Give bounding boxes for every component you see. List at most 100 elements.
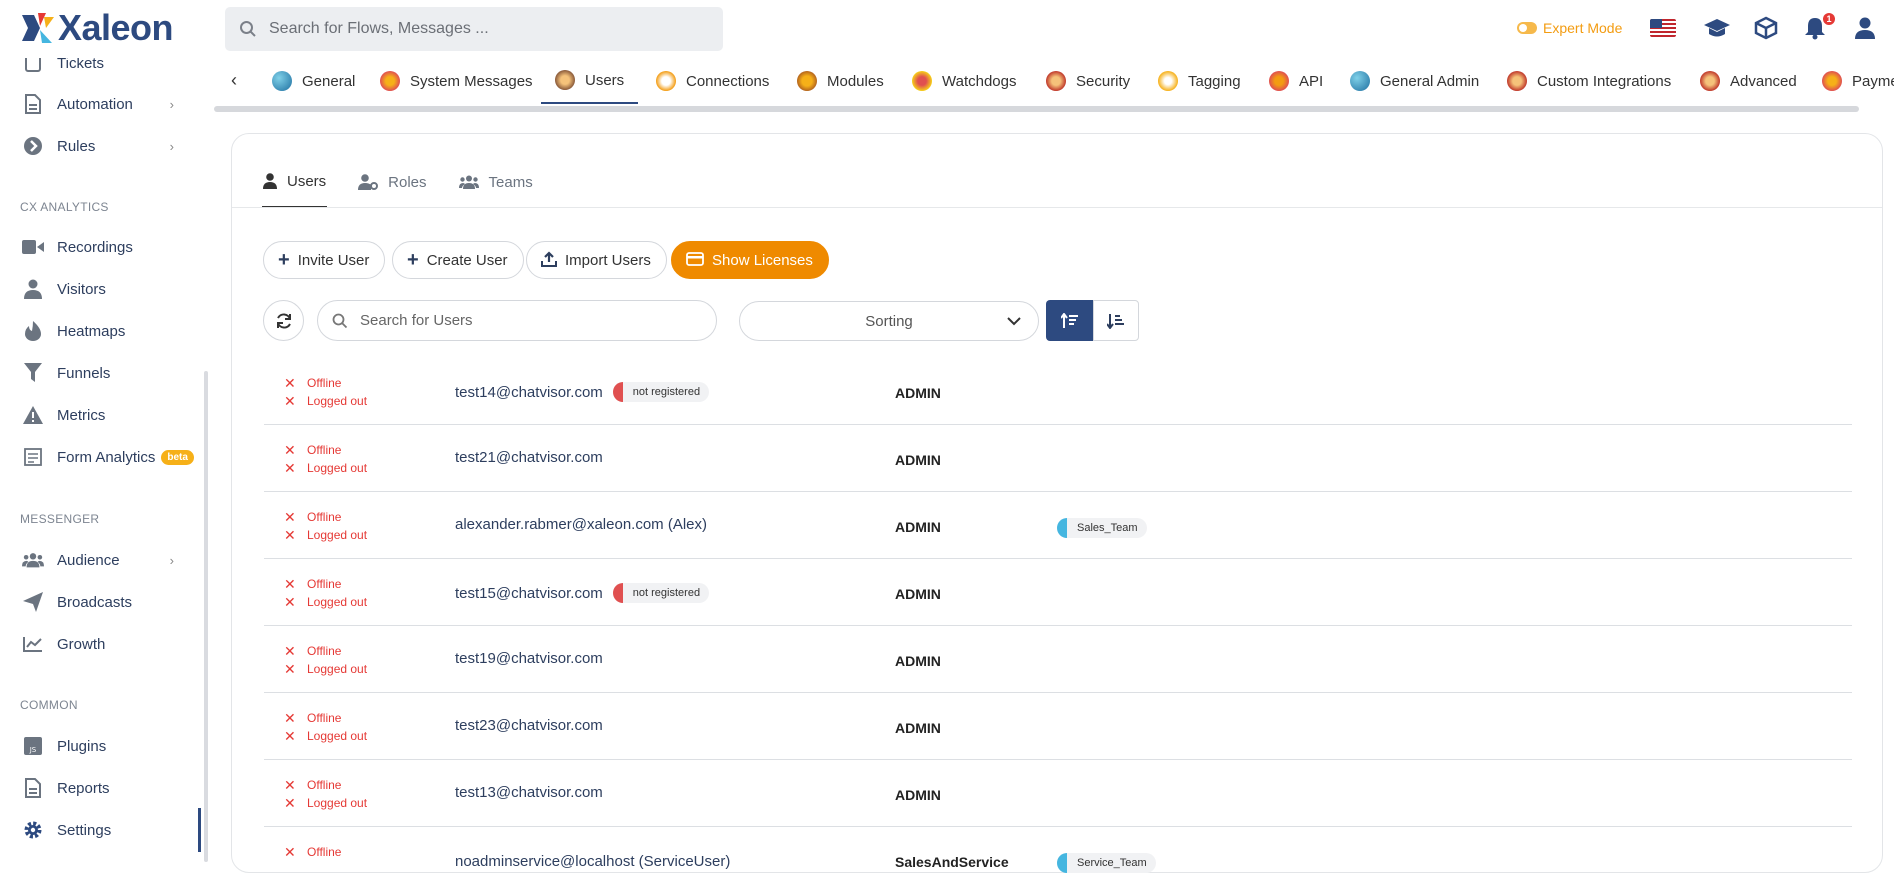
user-search[interactable] xyxy=(317,300,717,341)
tab-tagging[interactable]: Tagging xyxy=(1158,58,1241,104)
sidebar-item-recordings[interactable]: Recordings xyxy=(22,232,182,262)
user-role: ADMIN xyxy=(895,787,941,803)
import-users-button[interactable]: Import Users xyxy=(526,241,667,279)
sidebar-active-indicator xyxy=(198,808,201,852)
show-licenses-button[interactable]: Show Licenses xyxy=(671,241,829,279)
us-flag-icon[interactable] xyxy=(1650,19,1676,37)
users-icon xyxy=(555,70,575,90)
user-role: ADMIN xyxy=(895,452,941,468)
table-row[interactable]: ✕ Offline ✕ Logged out test14@chatvisor.co… xyxy=(264,358,1852,425)
tabs-scrollbar[interactable] xyxy=(214,106,1859,112)
tab-modules[interactable]: Modules xyxy=(797,58,884,104)
connections-icon xyxy=(656,71,676,91)
tab-api[interactable]: API xyxy=(1269,58,1323,104)
chevron-right-icon: › xyxy=(169,96,174,112)
user-email[interactable]: test15@chatvisor.com not registered xyxy=(455,583,710,603)
chevron-left-icon[interactable]: ‹ xyxy=(222,68,246,92)
sort-descending-button[interactable] xyxy=(1093,300,1139,341)
team-badge: Sales_Team xyxy=(1057,518,1147,538)
sidebar-item-visitors[interactable]: Visitors xyxy=(22,274,182,304)
tab-advanced[interactable]: Advanced xyxy=(1700,58,1797,104)
tab-label: General xyxy=(302,72,356,90)
user-email[interactable]: test14@chatvisor.com not registered xyxy=(455,382,710,402)
button-label: Create User xyxy=(426,251,508,269)
upload-icon xyxy=(541,251,557,269)
tab-system-messages[interactable]: System Messages xyxy=(380,58,533,104)
section-common: COMMON xyxy=(20,698,78,712)
subtab-users[interactable]: Users xyxy=(262,156,328,208)
user-email[interactable]: test21@chatvisor.com xyxy=(455,449,603,466)
email-text: test14@chatvisor.com xyxy=(455,383,603,401)
table-row[interactable]: ✕ Offline ✕ Logged out test15@chatvisor.co… xyxy=(264,559,1852,626)
sidebar-item-plugins[interactable]: JS Plugins xyxy=(22,731,182,761)
cube-icon[interactable] xyxy=(1752,14,1780,42)
sidebar-item-label: Automation xyxy=(57,95,133,113)
expert-mode-toggle[interactable]: Expert Mode xyxy=(1517,20,1622,36)
sidebar-scrollbar[interactable] xyxy=(204,371,208,862)
search-icon xyxy=(332,313,348,328)
team-dot xyxy=(1057,518,1067,538)
sidebar-item-growth[interactable]: Growth xyxy=(22,629,182,659)
sidebar-item-tickets[interactable]: Tickets xyxy=(22,58,182,78)
table-row[interactable]: ✕ Offline ✕ Logged out test21@chatvisor.co… xyxy=(264,425,1852,492)
table-row[interactable]: ✕ Offline noadminservice@localhost (Servi… xyxy=(264,827,1852,894)
table-row[interactable]: ✕ Offline ✕ Logged out alexander.rabmer@xa… xyxy=(264,492,1852,559)
user-role: ADMIN xyxy=(895,653,941,669)
user-email[interactable]: test23@chatvisor.com xyxy=(455,717,603,734)
tab-connections[interactable]: Connections xyxy=(656,58,769,104)
table-row[interactable]: ✕ Offline ✕ Logged out test19@chatvisor.co… xyxy=(264,626,1852,693)
logo[interactable]: Xaleon xyxy=(18,7,174,48)
status-offline: ✕ Offline xyxy=(284,778,341,792)
sidebar-item-broadcasts[interactable]: Broadcasts xyxy=(22,587,182,617)
user-email[interactable]: test19@chatvisor.com xyxy=(455,650,603,667)
tab-watchdogs[interactable]: Watchdogs xyxy=(912,58,1016,104)
sidebar-item-form-analytics[interactable]: Form Analytics beta xyxy=(22,442,202,472)
sorting-select[interactable]: Sorting xyxy=(739,301,1039,341)
tab-custom-integrations[interactable]: Custom Integrations xyxy=(1507,58,1671,104)
global-search[interactable] xyxy=(225,7,723,51)
graduation-cap-icon[interactable] xyxy=(1703,14,1731,42)
team-badge: Service_Team xyxy=(1057,853,1156,873)
ticket-icon xyxy=(22,58,44,74)
sidebar-item-audience[interactable]: Audience › xyxy=(22,545,182,575)
login-text: Logged out xyxy=(307,595,368,609)
sidebar-item-reports[interactable]: Reports xyxy=(22,773,182,803)
user-search-input[interactable] xyxy=(360,312,690,329)
refresh-button[interactable] xyxy=(263,300,304,341)
toggle-icon[interactable] xyxy=(1517,22,1537,34)
sidebar-item-heatmaps[interactable]: Heatmaps xyxy=(22,316,182,346)
create-user-button[interactable]: + Create User xyxy=(392,241,524,279)
tab-security[interactable]: Security xyxy=(1046,58,1130,104)
status-offline: ✕ Offline xyxy=(284,711,341,725)
x-icon: ✕ xyxy=(284,643,296,659)
status-text: Offline xyxy=(307,778,342,792)
sort-ascending-button[interactable] xyxy=(1046,300,1093,341)
tab-users[interactable]: Users xyxy=(541,58,639,104)
tab-label: Watchdogs xyxy=(942,72,1017,90)
user-email[interactable]: test13@chatvisor.com xyxy=(455,784,603,801)
chevron-down-icon xyxy=(1007,317,1021,326)
status-login: ✕ Logged out xyxy=(284,796,367,810)
global-search-input[interactable] xyxy=(269,20,689,38)
subtab-teams[interactable]: Teams xyxy=(458,156,534,208)
section-cx-analytics: CX ANALYTICS xyxy=(20,200,109,214)
sidebar-item-funnels[interactable]: Funnels xyxy=(22,358,182,388)
invite-user-button[interactable]: + Invite User xyxy=(263,241,386,279)
sidebar-item-label: Growth xyxy=(57,635,106,653)
login-text: Logged out xyxy=(307,796,368,810)
user-email[interactable]: alexander.rabmer@xaleon.com (Alex) xyxy=(455,516,707,533)
table-row[interactable]: ✕ Offline ✕ Logged out test13@chatvisor.co… xyxy=(264,760,1852,827)
sidebar-item-settings[interactable]: Settings xyxy=(22,815,182,845)
sidebar-item-automation[interactable]: Automation › xyxy=(22,89,182,119)
user-account-icon[interactable] xyxy=(1851,14,1879,42)
sidebar-item-rules[interactable]: Rules › xyxy=(22,131,182,161)
subtab-roles[interactable]: Roles xyxy=(357,156,427,208)
x-icon: ✕ xyxy=(284,710,296,726)
table-row[interactable]: ✕ Offline ✕ Logged out test23@chatvisor.co… xyxy=(264,693,1852,760)
tab-general-admin[interactable]: General Admin xyxy=(1350,58,1479,104)
tab-payments[interactable]: Payme xyxy=(1822,58,1894,104)
status-offline: ✕ Offline xyxy=(284,443,341,457)
sidebar-item-metrics[interactable]: Metrics xyxy=(22,400,182,430)
tab-general[interactable]: General xyxy=(272,58,355,104)
js-file-icon: JS xyxy=(22,735,44,757)
